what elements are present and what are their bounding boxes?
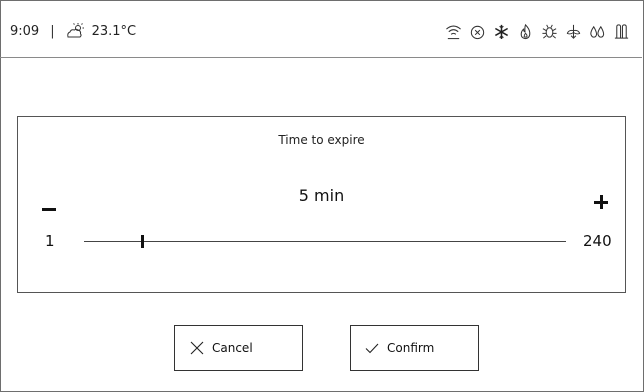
slider-thumb[interactable] (140, 235, 144, 248)
dialog-title: Time to expire (278, 133, 365, 147)
decrease-button[interactable] (42, 203, 56, 217)
confirm-button[interactable]: Confirm (350, 325, 479, 371)
temperature: 23.1°C (91, 23, 137, 39)
slider-min-label: 1 (45, 232, 55, 250)
clock: 9:09 (10, 23, 40, 39)
snowflake-icon[interactable] (493, 22, 510, 41)
flame-icon[interactable] (517, 22, 534, 41)
time-slider[interactable] (84, 235, 566, 248)
status-bar: 9:09 | 23.1°C (0, 0, 642, 58)
status-left: 9:09 | 23.1°C (10, 21, 136, 41)
slider-max-label: 240 (583, 232, 612, 250)
leaf-arrows-icon[interactable] (565, 22, 582, 41)
circle-x-icon[interactable] (469, 22, 486, 41)
close-icon (190, 341, 204, 355)
temperature-sensor-icon[interactable] (613, 22, 630, 41)
bug-icon[interactable] (541, 22, 558, 41)
status-icons (445, 20, 630, 42)
confirm-label: Confirm (387, 341, 435, 355)
current-value: 5 min (298, 186, 345, 205)
partly-sunny-icon (66, 23, 84, 38)
cancel-label: Cancel (212, 341, 253, 355)
expire-time-dialog: Time to expire 5 min 1 240 (17, 116, 626, 293)
cancel-button[interactable]: Cancel (174, 325, 303, 371)
status-separator: | (50, 23, 55, 39)
checkmark-icon (365, 343, 379, 354)
wifi-icon[interactable] (445, 22, 462, 41)
increase-button[interactable] (594, 195, 608, 209)
droplets-icon[interactable] (589, 22, 606, 41)
